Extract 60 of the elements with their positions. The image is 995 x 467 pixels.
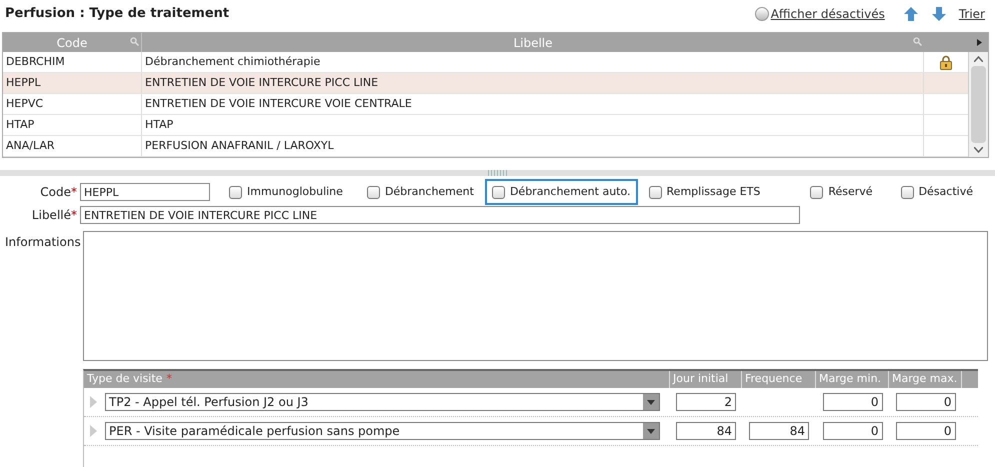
- column-header: Jour initial: [670, 371, 742, 388]
- checkbox-option[interactable]: Désactivé: [894, 179, 980, 205]
- table-cell: ENTRETIEN DE VOIE INTERCURE VOIE CENTRALE: [142, 94, 924, 114]
- table-cell: PERFUSION ANAFRANIL / LAROXYL: [142, 136, 924, 156]
- page-title: Perfusion : Type de traitement: [5, 5, 230, 24]
- number-field[interactable]: 0: [896, 393, 956, 411]
- field-label: Code*: [40, 185, 77, 199]
- number-field[interactable]: 84: [749, 422, 809, 440]
- checkbox-option[interactable]: Débranchement: [360, 179, 481, 205]
- search-icon[interactable]: [913, 37, 922, 46]
- toggle-icon[interactable]: [754, 7, 769, 21]
- scroll-up-icon[interactable]: [974, 56, 983, 62]
- field-label: Libellé*: [32, 208, 77, 222]
- checkbox[interactable]: [648, 186, 662, 198]
- number-field[interactable]: 2: [676, 393, 736, 411]
- checkbox[interactable]: [366, 186, 380, 198]
- number-field[interactable]: 0: [896, 422, 956, 440]
- checkbox-option[interactable]: Réservé: [803, 179, 880, 205]
- arrow-down-icon[interactable]: [930, 6, 947, 22]
- search-icon[interactable]: [130, 37, 139, 46]
- table-row[interactable]: ANA/LAR PERFUSION ANAFRANIL / LAROXYL: [3, 136, 968, 157]
- scrollbar[interactable]: [968, 52, 988, 157]
- table-cell: DEBRCHIM: [3, 52, 142, 72]
- checkbox[interactable]: [492, 186, 505, 198]
- scroll-down-icon[interactable]: [974, 147, 983, 153]
- table-row[interactable]: HEPPL ENTRETIEN DE VOIE INTERCURE PICC LINE: [3, 73, 968, 94]
- number-field[interactable]: 0: [822, 393, 882, 411]
- table-cell: HTAP: [142, 115, 924, 135]
- checkbox[interactable]: [810, 186, 824, 198]
- table-cell: HEPPL: [3, 73, 142, 93]
- checkbox-option[interactable]: Débranchement auto.: [484, 179, 638, 205]
- checkbox[interactable]: [229, 186, 242, 198]
- table-cell: HTAP: [3, 115, 142, 135]
- caret-icon: [647, 400, 655, 404]
- column-header: Marge max.: [889, 371, 962, 388]
- expand-icon[interactable]: [977, 39, 982, 46]
- visit-type-dropdown[interactable]: TP2 - Appel tél. Perfusion J2 ou J3: [105, 393, 660, 411]
- table-cell: Débranchement chimiothérapie: [142, 52, 924, 72]
- sort-link[interactable]: Trier: [958, 5, 985, 23]
- table-row[interactable]: DEBRCHIM Débranchement chimiothérapie: [3, 52, 968, 73]
- table-cell: ANA/LAR: [3, 136, 142, 156]
- arrow-up-icon[interactable]: [902, 6, 919, 22]
- table-row[interactable]: HEPVC ENTRETIEN DE VOIE INTERCURE VOIE CENTRALE: [3, 94, 968, 115]
- column-header: Type de visite *: [84, 371, 670, 388]
- informations-field[interactable]: [83, 231, 988, 361]
- checkbox-option[interactable]: Immunoglobuline: [222, 179, 350, 205]
- column-header: Marge min.: [816, 371, 889, 388]
- checkbox-option[interactable]: Remplissage ETS: [642, 179, 768, 205]
- number-field[interactable]: 0: [822, 422, 882, 440]
- table-row[interactable]: HTAP HTAP: [3, 115, 968, 136]
- field-label: Informations: [5, 235, 81, 249]
- libelle-field[interactable]: ENTRETIEN DE VOIE INTERCURE PICC LINE: [80, 206, 800, 224]
- code-field[interactable]: HEPPL: [80, 183, 210, 201]
- number-field[interactable]: 84: [676, 422, 736, 440]
- caret-icon: [647, 428, 655, 434]
- checkbox[interactable]: [900, 186, 914, 198]
- column-header: Frequence: [742, 371, 816, 388]
- table-cell: HEPVC: [3, 94, 142, 114]
- table-cell: ENTRETIEN DE VOIE INTERCURE PICC LINE: [142, 73, 924, 93]
- visit-type-dropdown[interactable]: PER - Visite paramédicale perfusion sans pompe: [105, 422, 660, 440]
